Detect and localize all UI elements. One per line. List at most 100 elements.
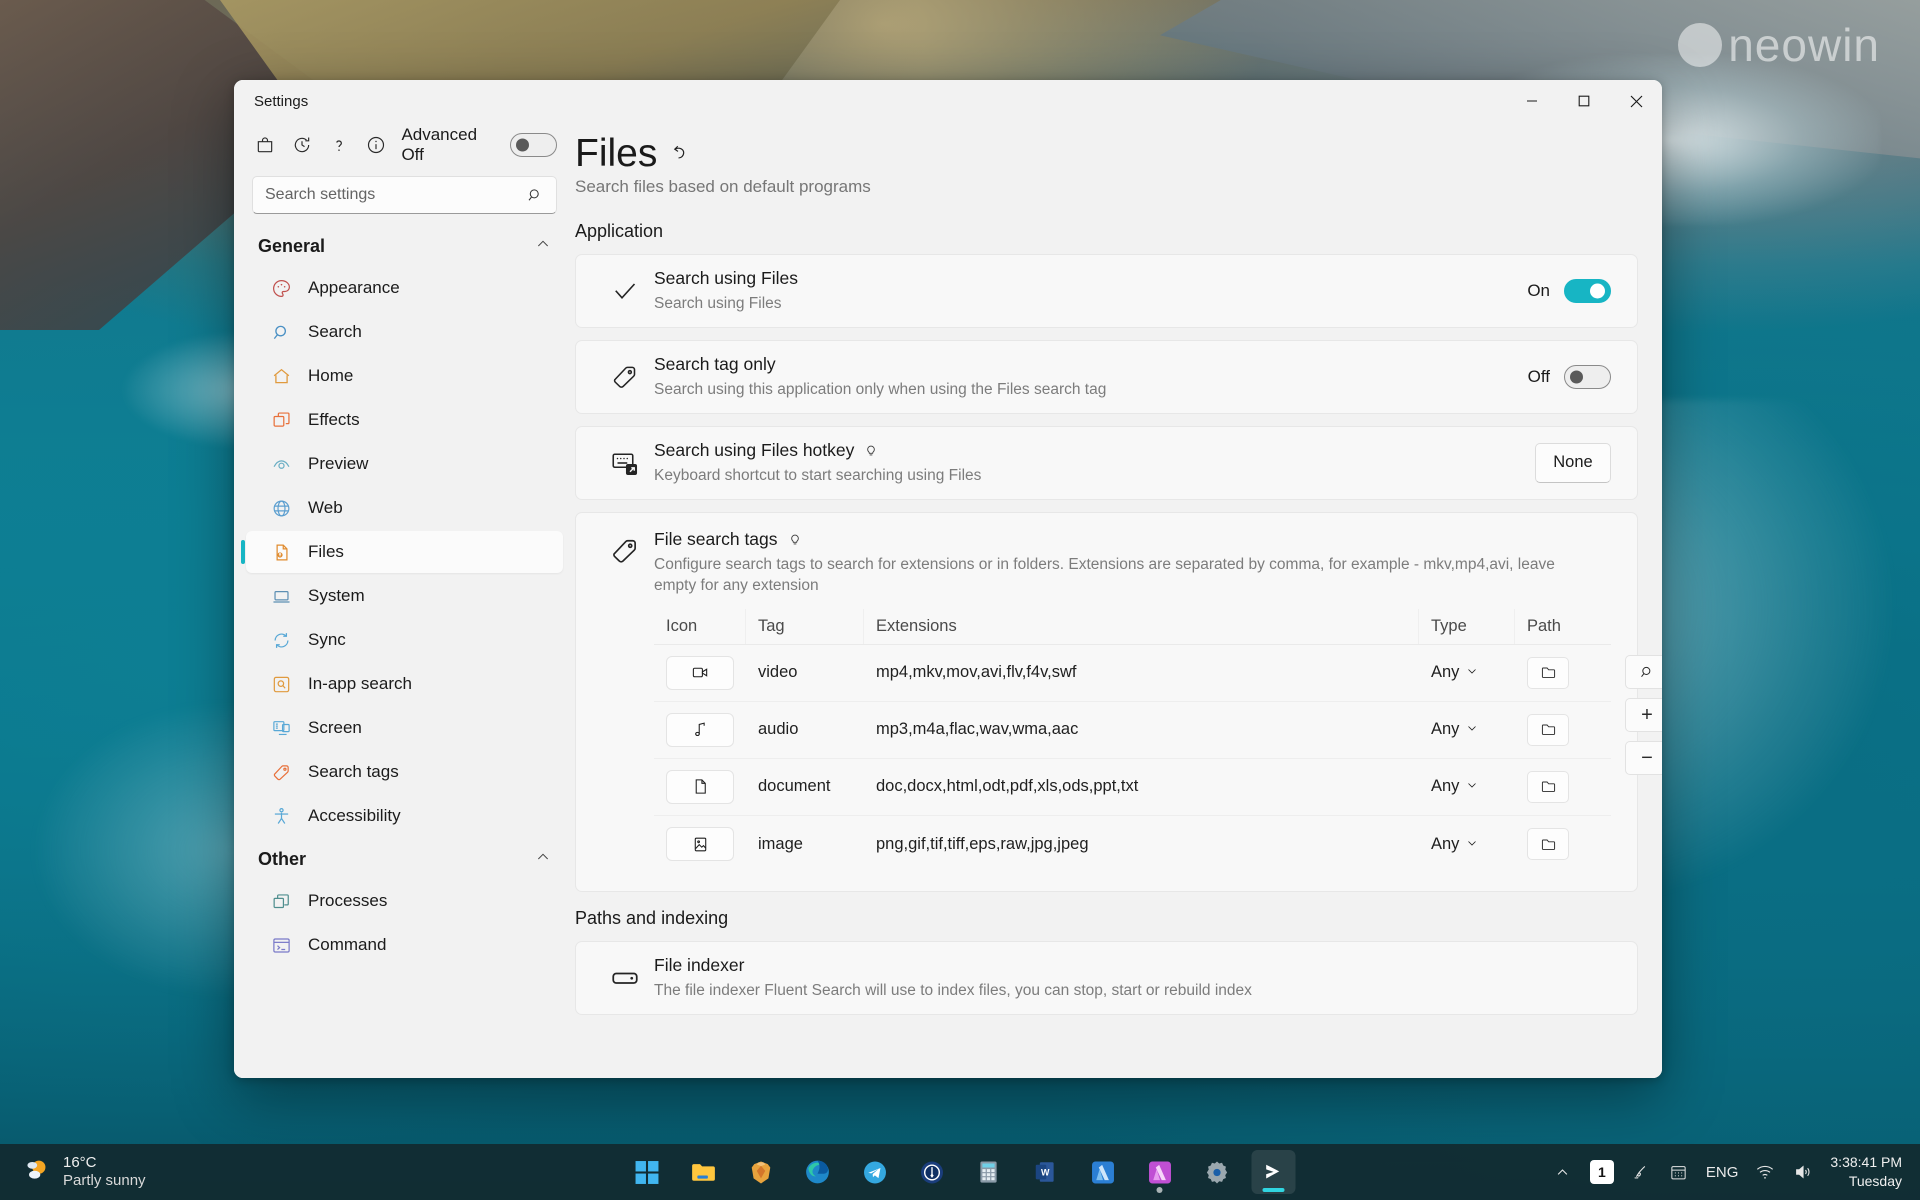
tag-extensions[interactable]: mp3,m4a,flac,wav,wma,aac [876,720,1078,739]
affinity-photo-button[interactable] [1138,1150,1182,1194]
maximize-button[interactable] [1558,80,1610,122]
chevron-up-icon[interactable] [1552,1161,1574,1183]
help-icon[interactable] [326,131,353,159]
taskbar-clock[interactable]: 3:38:41 PM Tuesday [1830,1153,1902,1191]
chevron-up-icon [535,849,551,870]
sidebar-item-accessibility[interactable]: Accessibility [246,795,563,837]
start-button[interactable] [625,1150,669,1194]
window-titlebar[interactable]: Settings [234,80,1662,122]
music-note-icon[interactable] [666,712,734,747]
page-title-text: Files [575,132,658,175]
toggle-knob [1590,283,1605,299]
chevron-down-icon [1466,835,1478,854]
chevron-down-icon [1466,777,1478,796]
bag-icon[interactable] [252,131,279,159]
history-icon[interactable] [289,131,316,159]
fluent-search-button[interactable] [1251,1150,1296,1194]
tag-extensions[interactable]: png,gif,tif,tiff,eps,raw,jpg,jpeg [876,835,1089,854]
microsoft-edge-button[interactable] [796,1150,840,1194]
sidebar-item-files[interactable]: Files [241,531,563,573]
affinity-designer-button[interactable] [1081,1150,1125,1194]
setting-search-tag-only[interactable]: Search tag only Search using this applic… [575,339,1638,414]
taskbar-weather-widget[interactable]: 16°C Partly sunny [0,1154,330,1190]
volume-icon[interactable] [1792,1161,1814,1183]
folder-icon[interactable] [1527,828,1569,861]
sidebar-item-processes[interactable]: Processes [246,880,563,922]
section-title-application: Application [575,220,664,241]
folder-icon[interactable] [1527,770,1569,803]
telegram-button[interactable] [853,1150,897,1194]
table-row[interactable]: audio mp3,m4a,flac,wav,wma,aac Any [654,702,1611,759]
watermark-text: neowin [1728,19,1880,71]
info-icon[interactable] [363,131,390,159]
advanced-mode-toggle[interactable] [509,133,557,157]
sync-icon [270,629,292,651]
type-dropdown[interactable]: Any [1431,835,1478,854]
table-row[interactable]: image png,gif,tif,tiff,eps,raw,jpg,jpeg … [654,816,1611,873]
type-dropdown[interactable]: Any [1431,720,1478,739]
notification-badge[interactable]: 1 [1589,1160,1614,1184]
sidebar-item-sync[interactable]: Sync [246,619,563,661]
settings-search-box[interactable] [252,176,557,214]
sidebar-item-appearance[interactable]: Appearance [246,267,563,309]
sidebar-item-home[interactable]: Home [246,355,563,397]
remove-tag-button[interactable]: − [1625,740,1662,775]
sidebar-item-in-app-search[interactable]: In-app search [246,663,563,705]
tag-icon [596,529,654,873]
calendar-icon[interactable] [1668,1161,1690,1183]
search-tag-only-toggle[interactable] [1564,364,1611,389]
table-row[interactable]: document doc,docx,html,odt,pdf,xls,ods,p… [654,759,1611,816]
setting-file-indexer[interactable]: File indexer The file indexer Fluent Sea… [575,940,1638,1015]
pen-icon[interactable] [1630,1161,1652,1183]
sidebar-item-web[interactable]: Web [246,487,563,529]
search-using-files-toggle[interactable] [1564,278,1611,303]
bulb-icon[interactable] [787,530,803,548]
home-icon [270,365,292,387]
sidebar-item-command[interactable]: Command [246,924,563,966]
table-header-row: Icon Tag Extensions Type Path [654,608,1611,645]
image-icon[interactable] [666,827,734,862]
sidebar-item-effects[interactable]: Effects [246,399,563,441]
sidebar-group-general-header[interactable]: General [234,226,575,265]
setting-search-using-files[interactable]: Search using Files Search using Files On [575,253,1638,328]
settings-window: Settings Advanced Off Search settings Ge… [234,80,1662,1078]
video-camera-icon[interactable] [666,655,734,690]
column-header-tag: Tag [746,608,864,644]
undo-arrow-icon[interactable] [669,143,691,165]
tag-extensions[interactable]: doc,docx,html,odt,pdf,xls,ods,ppt,txt [876,777,1138,796]
palette-icon [270,277,292,299]
document-icon[interactable] [666,769,734,804]
type-dropdown[interactable]: Any [1431,663,1478,682]
search-tags-button[interactable] [1625,654,1662,689]
toggle-knob [515,138,529,152]
settings-gear-button[interactable] [1195,1150,1239,1194]
language-indicator[interactable]: ENG [1706,1164,1739,1181]
folder-icon[interactable] [1527,656,1569,689]
hotkey-button[interactable]: None [1535,442,1611,483]
file-explorer-button[interactable] [682,1150,726,1194]
sidebar-item-preview[interactable]: Preview [246,443,563,485]
close-button[interactable] [1610,80,1662,122]
sidebar-item-label: Appearance [308,278,400,297]
wifi-icon[interactable] [1754,1161,1776,1183]
setting-search-using-files-hotkey[interactable]: Search using Files hotkey Keyboard short… [575,425,1638,500]
folder-icon[interactable] [1527,713,1569,746]
sidebar-item-label: Files [308,542,344,561]
add-tag-button[interactable]: + [1625,697,1662,732]
sidebar-item-search[interactable]: Search [246,311,563,353]
sidebar-item-label: Command [308,935,387,954]
sidebar-item-search-tags[interactable]: Search tags [246,751,563,793]
onepassword-button[interactable] [910,1150,954,1194]
type-dropdown[interactable]: Any [1431,777,1478,796]
bulb-icon[interactable] [863,441,879,459]
sidebar-group-other-header[interactable]: Other [234,839,575,878]
minimize-button[interactable] [1506,80,1558,122]
search-input[interactable] [265,186,526,204]
sidebar-item-system[interactable]: System [246,575,563,617]
microsoft-word-button[interactable]: W [1024,1150,1068,1194]
brave-browser-button[interactable] [739,1150,783,1194]
sidebar-item-screen[interactable]: Screen [246,707,563,749]
table-row[interactable]: video mp4,mkv,mov,avi,flv,f4v,swf Any [654,645,1611,702]
tag-extensions[interactable]: mp4,mkv,mov,avi,flv,f4v,swf [876,663,1076,682]
calculator-button[interactable] [967,1150,1011,1194]
